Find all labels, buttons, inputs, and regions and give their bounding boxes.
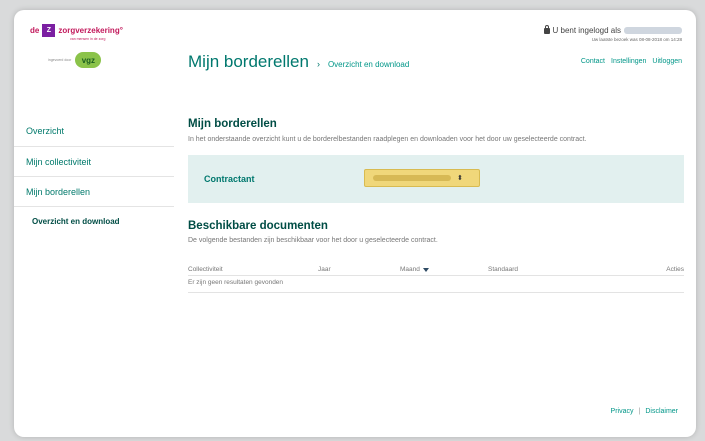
documents-section: Beschikbare documenten De volgende besta… — [188, 220, 684, 293]
contract-panel: Contractant ⬍ — [188, 155, 684, 203]
lock-icon — [543, 24, 550, 34]
logout-link[interactable]: Uitloggen — [652, 58, 682, 65]
brand-logo[interactable]: de Z zorgverzekering° van mensen in de z… — [30, 24, 170, 41]
login-text: U bent ingelogd als — [552, 26, 622, 35]
contract-label: Contractant — [204, 174, 255, 184]
sidebar: Overzicht Mijn collectiviteit Mijn borde… — [14, 116, 174, 236]
logo-wordmark: de Z zorgverzekering° — [30, 24, 170, 37]
sort-down-icon — [422, 267, 429, 272]
intro-text: In het onderstaande overzicht kunt u de … — [188, 136, 587, 143]
partner-logo: ingevoerd door vgz — [48, 52, 102, 68]
page-title: Mijn borderellen — [188, 52, 309, 71]
sidebar-item-label: Overzicht en download — [32, 217, 120, 226]
column-jaar[interactable]: Jaar — [318, 266, 400, 273]
footer-separator: | — [638, 408, 641, 415]
breadcrumb-current[interactable]: Overzicht en download — [328, 60, 409, 69]
footer: Privacy | Disclaimer — [611, 408, 678, 415]
user-info: U bent ingelogd als Uw laatste bezoek wa… — [543, 24, 682, 42]
last-visit: Uw laatste bezoek was 08-08-2018 om 14:2… — [591, 37, 682, 42]
sidebar-item-borderellen[interactable]: Mijn borderellen — [14, 176, 174, 206]
blurred-username — [624, 27, 682, 34]
sidebar-item-label: Overzicht — [26, 126, 65, 136]
breadcrumb-separator: › — [316, 59, 320, 69]
app-window: de Z zorgverzekering° van mensen in de z… — [14, 10, 696, 437]
logo-name: zorgverzekering° — [58, 26, 123, 35]
privacy-link[interactable]: Privacy — [611, 408, 634, 415]
disclaimer-link[interactable]: Disclaimer — [645, 408, 678, 415]
sidebar-item-overzicht-download[interactable]: Overzicht en download — [14, 206, 174, 236]
docs-intro: De volgende bestanden zijn beschikbaar v… — [188, 237, 438, 244]
logo-tagline: van mensen in de zorg — [70, 37, 106, 41]
sidebar-item-overzicht[interactable]: Overzicht — [14, 116, 174, 146]
empty-message: Er zijn geen resultaten gevonden — [188, 279, 684, 293]
table-header: Collectiviteit Jaar Maand Standaard Acti… — [188, 264, 684, 276]
login-line: U bent ingelogd als — [543, 24, 682, 35]
partner-text: ingevoerd door — [48, 58, 72, 62]
section-heading: Mijn borderellen — [188, 118, 277, 130]
select-arrows-icon: ⬍ — [457, 175, 463, 182]
vgz-logo-icon: vgz — [75, 52, 102, 68]
contact-link[interactable]: Contact — [581, 58, 605, 65]
logo-box-icon: Z — [42, 24, 56, 37]
title-bar: Mijn borderellen › Overzicht en download — [188, 52, 409, 72]
sidebar-item-label: Mijn collectiviteit — [26, 156, 92, 167]
docs-heading: Beschikbare documenten — [188, 220, 328, 232]
column-collectiviteit[interactable]: Collectiviteit — [188, 266, 318, 273]
top-nav: Contact Instellingen Uitloggen — [581, 58, 682, 65]
sidebar-item-collectiviteit[interactable]: Mijn collectiviteit — [14, 146, 174, 176]
main-content: Mijn borderellen In het onderstaande ove… — [188, 118, 684, 293]
column-standaard[interactable]: Standaard — [488, 266, 628, 273]
settings-link[interactable]: Instellingen — [611, 58, 646, 65]
column-acties: Acties — [666, 266, 684, 273]
blurred-contract-value — [373, 175, 451, 181]
column-maand[interactable]: Maand — [400, 266, 488, 273]
contract-select[interactable]: ⬍ — [364, 169, 480, 187]
logo-prefix: de — [30, 26, 40, 35]
column-maand-label: Maand — [400, 266, 420, 273]
sidebar-item-label: Mijn borderellen — [26, 186, 91, 197]
